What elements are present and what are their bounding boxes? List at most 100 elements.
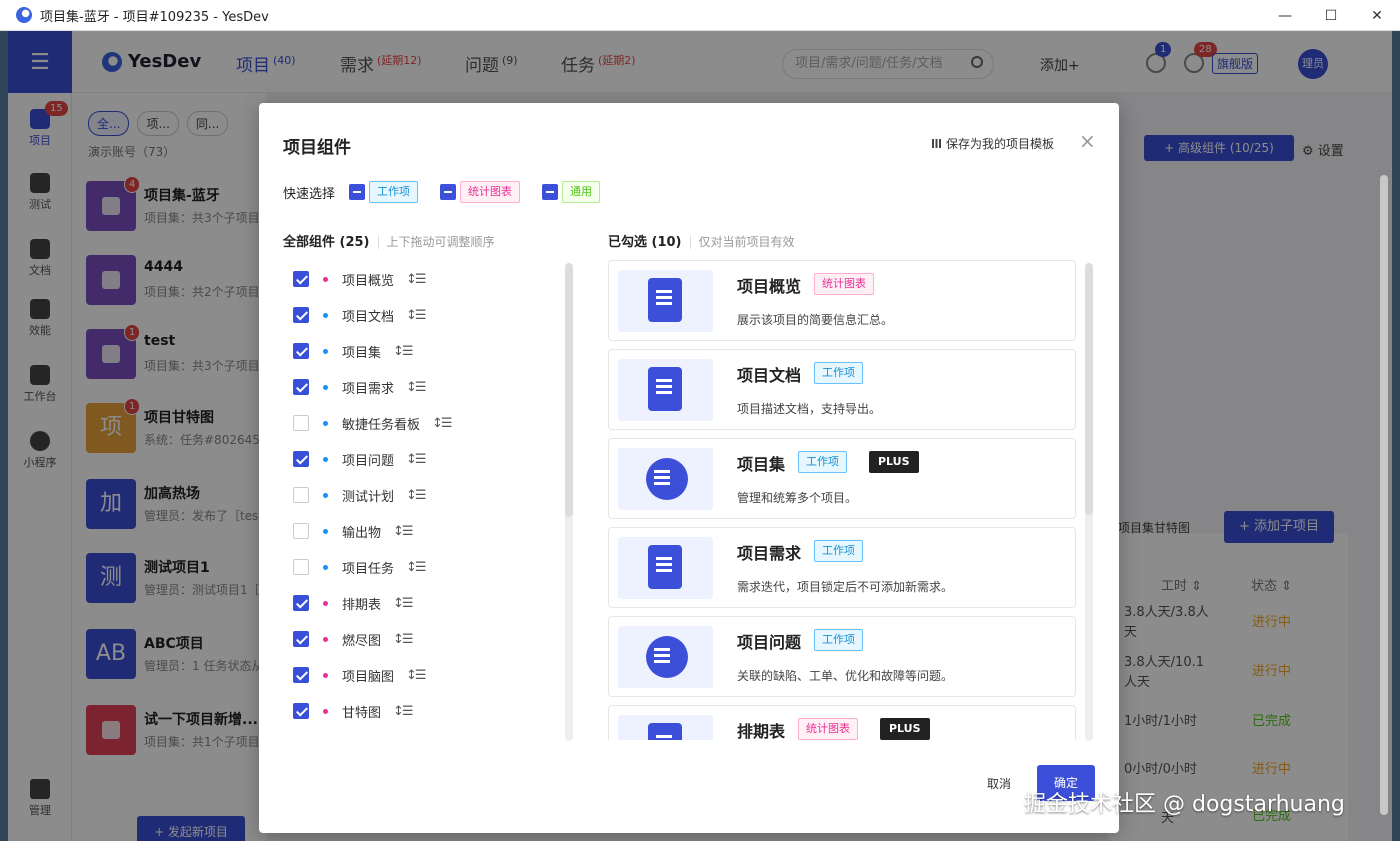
all-components-hint: 上下拖动可调整顺序 (377, 235, 495, 249)
drag-handle-icon[interactable]: ↕☰ (393, 704, 413, 719)
component-label: 项目集 (342, 345, 382, 361)
component-row[interactable]: 燃尽图 ↕☰ (293, 621, 414, 657)
component-row[interactable]: 项目问题 ↕☰ (293, 441, 427, 477)
app-logo-icon (16, 7, 32, 23)
drag-handle-icon[interactable]: ↕☰ (406, 560, 426, 575)
folder-doc-icon (618, 359, 713, 421)
checkbox[interactable] (293, 595, 309, 611)
component-label: 项目概览 (342, 273, 395, 289)
checkbox[interactable] (293, 487, 309, 503)
minimize-button[interactable]: — (1262, 0, 1308, 31)
checkbox[interactable] (293, 379, 309, 395)
drag-handle-icon[interactable]: ↕☰ (406, 272, 426, 287)
project-components-dialog: 项目组件 保存为我的项目模板 × 快速选择 工作项 统计图表 通用 全部组件 (… (259, 103, 1119, 833)
scrollbar-thumb[interactable] (1085, 263, 1093, 515)
category-dot (323, 600, 328, 606)
component-row[interactable]: 项目集 ↕☰ (293, 333, 414, 369)
indeterminate-checkbox[interactable] (440, 184, 457, 200)
illustration-shape (646, 636, 688, 678)
plus-badge: PLUS (869, 451, 919, 473)
checkbox[interactable] (293, 523, 309, 539)
component-row[interactable]: 项目文档 ↕☰ (293, 297, 427, 333)
category-dot (323, 384, 328, 390)
checkbox[interactable] (293, 307, 309, 323)
card-tags: 统计图表 PLUS (798, 718, 930, 740)
drag-handle-icon[interactable]: ↕☰ (393, 632, 413, 647)
selected-card[interactable]: 项目文档 工作项 项目描述文档，支持导出。 (608, 349, 1076, 430)
close-icon[interactable]: × (1079, 129, 1096, 153)
drag-handle-icon[interactable]: ↕☰ (406, 668, 426, 683)
selected-card[interactable]: 项目集 工作项 PLUS 管理和统筹多个项目。 (608, 438, 1076, 519)
selected-count: 已勾选 (10) (608, 235, 682, 250)
component-row[interactable]: 项目脑图 ↕☰ (293, 657, 427, 693)
card-tags: 工作项 (814, 629, 863, 651)
component-row[interactable]: 甘特图 ↕☰ (293, 693, 414, 729)
component-row[interactable]: 排期表 ↕☰ (293, 585, 414, 621)
selected-components-list: 项目概览 统计图表 展示该项目的简要信息汇总。 项目文档 工作项 项目描述文档，… (608, 260, 1078, 740)
selected-card[interactable]: 项目概览 统计图表 展示该项目的简要信息汇总。 (608, 260, 1076, 341)
component-label: 输出物 (342, 525, 382, 541)
drag-handle-icon[interactable]: ↕☰ (406, 380, 426, 395)
component-row[interactable]: 敏捷任务看板 ↕☰ (293, 405, 453, 441)
drag-handle-icon[interactable]: ↕☰ (432, 416, 452, 431)
component-row[interactable]: 测试计划 ↕☰ (293, 477, 427, 513)
save-template-label: 保存为我的项目模板 (946, 137, 1055, 151)
card-desc: 项目描述文档，支持导出。 (737, 402, 882, 416)
drag-handle-icon[interactable]: ↕☰ (406, 488, 426, 503)
checkbox[interactable] (293, 667, 309, 683)
selected-list-scrollbar[interactable] (1085, 263, 1093, 741)
card-tags: 工作项 PLUS (798, 451, 919, 473)
checkbox[interactable] (293, 631, 309, 647)
all-components-count: 全部组件 (25) (283, 235, 370, 250)
tag-chart: 统计图表 (460, 181, 521, 203)
quick-select-row: 快速选择 工作项 统计图表 通用 (283, 181, 622, 203)
selected-card[interactable]: 排期表 统计图表 PLUS (608, 705, 1076, 740)
checkbox[interactable] (293, 559, 309, 575)
selected-card[interactable]: 项目问题 工作项 关联的缺陷、工单、优化和故障等问题。 (608, 616, 1076, 697)
checkbox[interactable] (293, 343, 309, 359)
scrollbar-thumb[interactable] (565, 263, 573, 517)
indeterminate-checkbox[interactable] (349, 184, 366, 200)
quick-option-work[interactable]: 工作项 (349, 181, 419, 203)
grid-icon (932, 139, 941, 148)
save-template-button[interactable]: 保存为我的项目模板 (932, 135, 1054, 152)
component-row[interactable]: 项目任务 ↕☰ (293, 549, 427, 585)
component-label: 项目脑图 (342, 669, 395, 685)
component-label: 测试计划 (342, 489, 395, 505)
component-label: 项目问题 (342, 453, 395, 469)
illustration-shape (648, 278, 682, 322)
checkbox[interactable] (293, 703, 309, 719)
quick-option-chart[interactable]: 统计图表 (440, 181, 521, 203)
illustration-shape (648, 367, 682, 411)
question-icon (618, 626, 713, 688)
dialog-title: 项目组件 (283, 138, 351, 158)
checkbox[interactable] (293, 451, 309, 467)
all-components-title: 全部组件 (25) 上下拖动可调整顺序 (283, 231, 495, 250)
checkbox[interactable] (293, 271, 309, 287)
close-window-button[interactable]: ✕ (1354, 0, 1400, 31)
component-row[interactable]: 项目需求 ↕☰ (293, 369, 427, 405)
selected-card[interactable]: 项目需求 工作项 需求迭代，项目锁定后不可添加新需求。 (608, 527, 1076, 608)
drag-handle-icon[interactable]: ↕☰ (393, 596, 413, 611)
drag-handle-icon[interactable]: ↕☰ (393, 344, 413, 359)
cancel-button[interactable]: 取消 (987, 775, 1011, 792)
category-dot (323, 492, 328, 498)
page-scrollbar[interactable] (1380, 175, 1388, 815)
tag-work: 工作项 (814, 362, 863, 384)
card-title: 项目概览 (737, 277, 802, 296)
maximize-button[interactable]: ☐ (1308, 0, 1354, 31)
window-title: 项目集-蓝牙 - 项目#109235 - YesDev (40, 9, 269, 25)
illustration-shape (648, 545, 682, 589)
drag-handle-icon[interactable]: ↕☰ (406, 308, 426, 323)
quick-option-general[interactable]: 通用 (542, 181, 601, 203)
drag-handle-icon[interactable]: ↕☰ (406, 452, 426, 467)
indeterminate-checkbox[interactable] (542, 184, 559, 200)
checkbox[interactable] (293, 415, 309, 431)
category-dot (323, 528, 328, 534)
component-row[interactable]: 输出物 ↕☰ (293, 513, 414, 549)
category-dot (323, 708, 328, 714)
card-tags: 工作项 (814, 362, 863, 384)
drag-handle-icon[interactable]: ↕☰ (393, 524, 413, 539)
component-row[interactable]: 项目概览 ↕☰ (293, 261, 427, 297)
all-list-scrollbar[interactable] (565, 263, 573, 741)
